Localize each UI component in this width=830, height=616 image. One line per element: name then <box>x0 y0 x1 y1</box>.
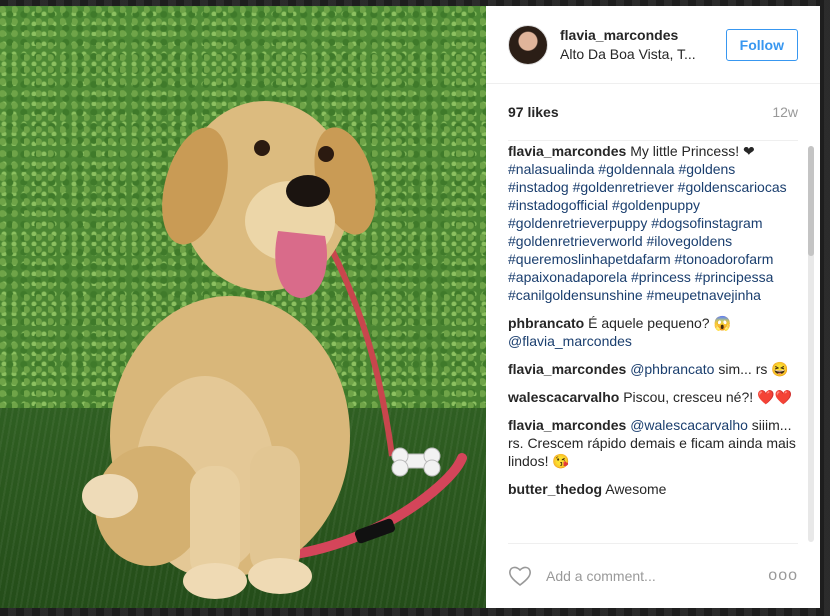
comment-mention[interactable]: @walescacarvalho <box>630 417 748 433</box>
follow-button[interactable]: Follow <box>725 28 798 61</box>
comment-username[interactable]: flavia_marcondes <box>508 143 626 159</box>
comment-username[interactable]: flavia_marcondes <box>508 417 626 433</box>
comment-mention[interactable]: @flavia_marcondes <box>508 333 632 349</box>
caption-hashtags[interactable]: #nalasualinda #goldennala #goldens #inst… <box>508 161 787 303</box>
comment-username[interactable]: phbrancato <box>508 315 584 331</box>
add-comment-input[interactable] <box>544 567 769 585</box>
golden-retriever-puppy-image <box>82 101 467 599</box>
avatar[interactable] <box>508 24 548 65</box>
comment: butter_thedog Awesome <box>508 480 798 498</box>
comment-text: Awesome <box>605 481 667 497</box>
add-comment-bar: ooo <box>508 543 798 608</box>
comment-text: Piscou, cresceu né?! ❤️❤️ <box>623 389 792 405</box>
comment-username[interactable]: flavia_marcondes <box>508 361 626 377</box>
post-photo[interactable] <box>0 6 486 608</box>
comment-username[interactable]: walescacarvalho <box>508 389 619 405</box>
likes-count[interactable]: 97 likes <box>508 104 559 120</box>
comment-caption: flavia_marcondes My little Princess! ❤ #… <box>508 142 798 304</box>
post-header: flavia_marcondes Alto Da Boa Vista, T...… <box>486 6 820 84</box>
post-location[interactable]: Alto Da Boa Vista, T... <box>560 46 710 62</box>
comment-list: flavia_marcondes My little Princess! ❤ #… <box>508 142 798 544</box>
author-username[interactable]: flavia_marcondes <box>560 27 726 43</box>
author-info: flavia_marcondes Alto Da Boa Vista, T... <box>560 27 726 62</box>
scrollbar-thumb[interactable] <box>808 146 814 256</box>
comment-text: My little Princess! ❤ <box>630 143 755 159</box>
comment: walescacarvalho Piscou, cresceu né?! ❤️❤… <box>508 388 798 406</box>
post-stats: 97 likes 12w <box>508 84 798 141</box>
comment-mention[interactable]: @phbrancato <box>630 361 714 377</box>
comments-scrollbar[interactable] <box>808 146 814 542</box>
comment-text: É aquele pequeno? 😱 <box>588 315 731 331</box>
comment: phbrancato É aquele pequeno? 😱 @flavia_m… <box>508 314 798 350</box>
comment: flavia_marcondes @walescacarvalho siiim.… <box>508 416 798 470</box>
post-age[interactable]: 12w <box>772 104 798 120</box>
comment-username[interactable]: butter_thedog <box>508 481 602 497</box>
post-side-panel: flavia_marcondes Alto Da Boa Vista, T...… <box>486 6 820 608</box>
comment-text: sim... rs 😆 <box>718 361 789 377</box>
post-modal: flavia_marcondes Alto Da Boa Vista, T...… <box>0 6 820 608</box>
comment: flavia_marcondes @phbrancato sim... rs 😆 <box>508 360 798 378</box>
more-options-icon[interactable]: ooo <box>768 567 798 585</box>
heart-outline-icon[interactable] <box>508 565 532 587</box>
